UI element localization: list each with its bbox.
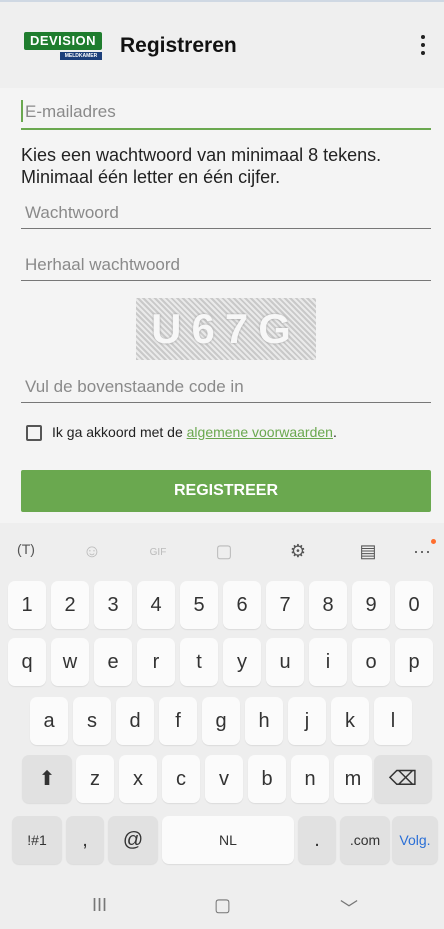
- home-icon[interactable]: ▢: [214, 895, 231, 916]
- key-r[interactable]: r: [137, 638, 175, 686]
- repeat-password-placeholder: Herhaal wachtwoord: [25, 255, 180, 274]
- comma-key[interactable]: ,: [66, 816, 104, 864]
- clipboard-icon[interactable]: ▤: [350, 541, 386, 562]
- captcha-input[interactable]: Vul de bovenstaande code in: [21, 374, 431, 403]
- key-0[interactable]: 0: [395, 581, 433, 629]
- at-key[interactable]: @: [108, 816, 158, 864]
- space-key[interactable]: NL: [162, 816, 294, 864]
- key-p[interactable]: p: [395, 638, 433, 686]
- key-y[interactable]: y: [223, 638, 261, 686]
- key-i[interactable]: i: [309, 638, 347, 686]
- key-l[interactable]: l: [374, 697, 412, 745]
- key-t[interactable]: t: [180, 638, 218, 686]
- key-8[interactable]: 8: [309, 581, 347, 629]
- key-q[interactable]: q: [8, 638, 46, 686]
- gif-button[interactable]: GIF: [140, 547, 176, 558]
- key-s[interactable]: s: [73, 697, 111, 745]
- page-title: Registreren: [120, 34, 237, 57]
- registration-screen: DEVISION MELDKAMER Registreren E-mailadr…: [0, 0, 444, 523]
- register-button[interactable]: REGISTREER: [21, 470, 431, 512]
- key-w[interactable]: w: [51, 638, 89, 686]
- dotcom-key[interactable]: .com: [340, 816, 390, 864]
- email-placeholder: E-mailadres: [25, 102, 116, 121]
- more-options-icon[interactable]: ···: [404, 539, 440, 562]
- key-u[interactable]: u: [266, 638, 304, 686]
- gear-icon[interactable]: ⚙: [280, 541, 316, 562]
- recents-icon[interactable]: III: [92, 895, 107, 916]
- key-c[interactable]: c: [162, 755, 200, 803]
- key-h[interactable]: h: [245, 697, 283, 745]
- terms-prefix: Ik ga akkoord met de: [52, 424, 187, 440]
- terms-suffix: .: [332, 424, 337, 440]
- key-d[interactable]: d: [116, 697, 154, 745]
- app-bar: DEVISION MELDKAMER Registreren: [0, 0, 444, 88]
- period-key[interactable]: .: [298, 816, 336, 864]
- key-3[interactable]: 3: [94, 581, 132, 629]
- symbols-key[interactable]: !#1: [12, 816, 62, 864]
- key-x[interactable]: x: [119, 755, 157, 803]
- key-e[interactable]: e: [94, 638, 132, 686]
- email-field[interactable]: E-mailadres: [21, 98, 431, 130]
- key-n[interactable]: n: [291, 755, 329, 803]
- key-1[interactable]: 1: [8, 581, 46, 629]
- backspace-key[interactable]: ⌫: [374, 755, 432, 803]
- key-v[interactable]: v: [205, 755, 243, 803]
- captcha-image: U67G: [136, 298, 316, 360]
- translate-icon[interactable]: (T): [8, 541, 44, 557]
- key-5[interactable]: 5: [180, 581, 218, 629]
- key-g[interactable]: g: [202, 697, 240, 745]
- more-vertical-icon[interactable]: [418, 35, 428, 59]
- sticker-icon[interactable]: ▢: [206, 541, 242, 562]
- logo-subtext: MELDKAMER: [60, 52, 102, 60]
- captcha-placeholder: Vul de bovenstaande code in: [25, 377, 244, 396]
- key-k[interactable]: k: [331, 697, 369, 745]
- key-m[interactable]: m: [334, 755, 372, 803]
- logo-text: DEVISION: [24, 32, 102, 50]
- more-label: ···: [413, 541, 431, 561]
- password-field[interactable]: Wachtwoord: [21, 200, 431, 229]
- system-nav-bar: III ▢ ﹀: [0, 883, 444, 929]
- terms-row: Ik ga akkoord met de algemene voorwaarde…: [26, 421, 337, 443]
- emoji-icon[interactable]: ☺: [74, 541, 110, 562]
- text-cursor: [21, 100, 23, 122]
- key-2[interactable]: 2: [51, 581, 89, 629]
- next-key[interactable]: Volg.: [392, 816, 438, 864]
- notification-dot: [431, 539, 436, 544]
- back-icon[interactable]: ﹀: [340, 895, 358, 921]
- key-6[interactable]: 6: [223, 581, 261, 629]
- terms-checkbox[interactable]: [26, 425, 42, 442]
- password-hint: Kies een wachtwoord van minimaal 8 teken…: [21, 145, 382, 187]
- key-a[interactable]: a: [30, 697, 68, 745]
- key-f[interactable]: f: [159, 697, 197, 745]
- key-z[interactable]: z: [76, 755, 114, 803]
- shift-key[interactable]: ⬆: [22, 755, 72, 803]
- soft-keyboard: (T) ☺ GIF ▢ ⚙ ▤ ··· 1234567890 qwertyuio…: [0, 523, 444, 929]
- devision-logo: DEVISION MELDKAMER: [24, 32, 102, 60]
- key-b[interactable]: b: [248, 755, 286, 803]
- repeat-password-field[interactable]: Herhaal wachtwoord: [21, 252, 431, 281]
- key-o[interactable]: o: [352, 638, 390, 686]
- terms-link[interactable]: algemene voorwaarden: [187, 424, 333, 440]
- password-placeholder: Wachtwoord: [25, 203, 119, 222]
- key-7[interactable]: 7: [266, 581, 304, 629]
- keyboard-toolbar: (T) ☺ GIF ▢ ⚙ ▤ ···: [0, 523, 444, 583]
- key-4[interactable]: 4: [137, 581, 175, 629]
- key-j[interactable]: j: [288, 697, 326, 745]
- key-9[interactable]: 9: [352, 581, 390, 629]
